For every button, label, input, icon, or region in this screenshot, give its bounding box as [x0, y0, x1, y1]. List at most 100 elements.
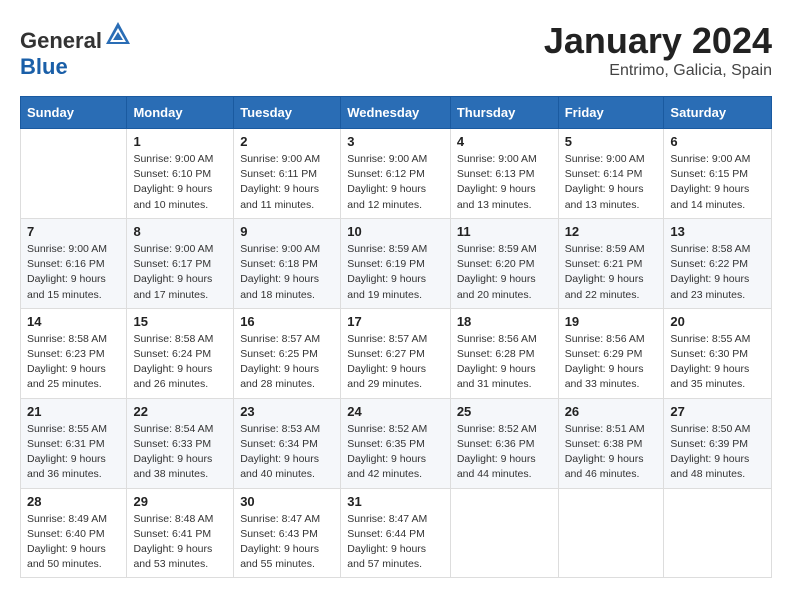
calendar-cell: [664, 488, 772, 578]
day-info: Sunrise: 8:54 AM Sunset: 6:33 PM Dayligh…: [133, 422, 227, 483]
calendar-cell: 25Sunrise: 8:52 AM Sunset: 6:36 PM Dayli…: [450, 398, 558, 488]
day-info: Sunrise: 8:48 AM Sunset: 6:41 PM Dayligh…: [133, 512, 227, 573]
day-info: Sunrise: 9:00 AM Sunset: 6:13 PM Dayligh…: [457, 152, 552, 213]
calendar-cell: 27 Sunrise: 8:50 AM Sunset: 6:39 PM Dayli…: [664, 398, 772, 488]
day-number: 12: [565, 224, 658, 239]
calendar-cell: 30 Sunrise: 8:47 AM Sunset: 6:43 PM Dayli…: [234, 488, 341, 578]
day-number: 5: [565, 134, 658, 149]
calendar-cell: 24 Sunrise: 8:52 AM Sunset: 6:35 PM Dayli…: [341, 398, 451, 488]
day-number: 17: [347, 314, 444, 329]
calendar-cell: 23 Sunrise: 8:53 AM Sunset: 6:34 PM Dayli…: [234, 398, 341, 488]
day-number: 28: [27, 494, 120, 509]
day-number: 9: [240, 224, 334, 239]
calendar-header-row: SundayMondayTuesdayWednesdayThursdayFrid…: [21, 97, 772, 129]
logo: General Blue: [20, 20, 132, 80]
day-info: Sunrise: 8:58 AM Sunset: 6:23 PM Dayligh…: [27, 332, 120, 393]
day-info: Sunrise: 9:00 AM Sunset: 6:11 PM Dayligh…: [240, 152, 334, 213]
day-info: Sunrise: 9:00 AM Sunset: 6:10 PM Dayligh…: [133, 152, 227, 213]
day-number: 8: [133, 224, 227, 239]
day-number: 4: [457, 134, 552, 149]
day-number: 6: [670, 134, 765, 149]
day-info: Sunrise: 9:00 AM Sunset: 6:14 PM Dayligh…: [565, 152, 658, 213]
calendar-header-friday: Friday: [558, 97, 664, 129]
day-info: Sunrise: 8:51 AM Sunset: 6:38 PM Dayligh…: [565, 422, 658, 483]
day-info: Sunrise: 8:53 AM Sunset: 6:34 PM Dayligh…: [240, 422, 334, 483]
day-number: 2: [240, 134, 334, 149]
calendar-week-row: 14 Sunrise: 8:58 AM Sunset: 6:23 PM Dayli…: [21, 308, 772, 398]
day-info: Sunrise: 8:57 AM Sunset: 6:27 PM Dayligh…: [347, 332, 444, 393]
day-number: 15: [133, 314, 227, 329]
calendar-header-sunday: Sunday: [21, 97, 127, 129]
calendar-header-thursday: Thursday: [450, 97, 558, 129]
day-number: 30: [240, 494, 334, 509]
calendar-cell: 10 Sunrise: 8:59 AM Sunset: 6:19 PM Dayli…: [341, 218, 451, 308]
calendar-cell: 11 Sunrise: 8:59 AM Sunset: 6:20 PM Dayli…: [450, 218, 558, 308]
calendar-cell: 5 Sunrise: 9:00 AM Sunset: 6:14 PM Daylig…: [558, 129, 664, 219]
calendar-week-row: 21 Sunrise: 8:55 AM Sunset: 6:31 PM Dayli…: [21, 398, 772, 488]
day-info: Sunrise: 8:59 AM Sunset: 6:21 PM Dayligh…: [565, 242, 658, 303]
day-number: 11: [457, 224, 552, 239]
day-number: 26: [565, 404, 658, 419]
calendar-cell: 1 Sunrise: 9:00 AM Sunset: 6:10 PM Daylig…: [127, 129, 234, 219]
calendar-cell: 17 Sunrise: 8:57 AM Sunset: 6:27 PM Dayli…: [341, 308, 451, 398]
day-info: Sunrise: 8:50 AM Sunset: 6:39 PM Dayligh…: [670, 422, 765, 483]
day-info: Sunrise: 9:00 AM Sunset: 6:16 PM Dayligh…: [27, 242, 120, 303]
title-area: January 2024 Entrimo, Galicia, Spain: [544, 20, 772, 80]
calendar-week-row: 7Sunrise: 9:00 AM Sunset: 6:16 PM Daylig…: [21, 218, 772, 308]
day-info: Sunrise: 8:59 AM Sunset: 6:19 PM Dayligh…: [347, 242, 444, 303]
day-number: 24: [347, 404, 444, 419]
day-info: Sunrise: 8:55 AM Sunset: 6:31 PM Dayligh…: [27, 422, 120, 483]
calendar-cell: [558, 488, 664, 578]
calendar-cell: 31 Sunrise: 8:47 AM Sunset: 6:44 PM Dayli…: [341, 488, 451, 578]
month-title: January 2024: [544, 20, 772, 62]
day-info: Sunrise: 9:00 AM Sunset: 6:12 PM Dayligh…: [347, 152, 444, 213]
day-info: Sunrise: 8:56 AM Sunset: 6:29 PM Dayligh…: [565, 332, 658, 393]
calendar-cell: 3Sunrise: 9:00 AM Sunset: 6:12 PM Daylig…: [341, 129, 451, 219]
day-number: 19: [565, 314, 658, 329]
calendar-header-saturday: Saturday: [664, 97, 772, 129]
calendar-cell: 13 Sunrise: 8:58 AM Sunset: 6:22 PM Dayli…: [664, 218, 772, 308]
day-number: 22: [133, 404, 227, 419]
calendar-cell: 19 Sunrise: 8:56 AM Sunset: 6:29 PM Dayli…: [558, 308, 664, 398]
day-info: Sunrise: 8:59 AM Sunset: 6:20 PM Dayligh…: [457, 242, 552, 303]
day-info: Sunrise: 8:58 AM Sunset: 6:22 PM Dayligh…: [670, 242, 765, 303]
day-info: Sunrise: 9:00 AM Sunset: 6:17 PM Dayligh…: [133, 242, 227, 303]
day-number: 20: [670, 314, 765, 329]
day-number: 1: [133, 134, 227, 149]
header: General Blue January 2024 Entrimo, Galic…: [20, 20, 772, 80]
calendar-cell: 6Sunrise: 9:00 AM Sunset: 6:15 PM Daylig…: [664, 129, 772, 219]
day-info: Sunrise: 8:55 AM Sunset: 6:30 PM Dayligh…: [670, 332, 765, 393]
calendar-cell: 29 Sunrise: 8:48 AM Sunset: 6:41 PM Dayli…: [127, 488, 234, 578]
day-info: Sunrise: 8:52 AM Sunset: 6:36 PM Dayligh…: [457, 422, 552, 483]
calendar-cell: 21 Sunrise: 8:55 AM Sunset: 6:31 PM Dayli…: [21, 398, 127, 488]
calendar-cell: 9 Sunrise: 9:00 AM Sunset: 6:18 PM Daylig…: [234, 218, 341, 308]
day-number: 18: [457, 314, 552, 329]
calendar-cell: 28Sunrise: 8:49 AM Sunset: 6:40 PM Dayli…: [21, 488, 127, 578]
calendar-header-monday: Monday: [127, 97, 234, 129]
day-number: 13: [670, 224, 765, 239]
day-number: 27: [670, 404, 765, 419]
day-info: Sunrise: 8:58 AM Sunset: 6:24 PM Dayligh…: [133, 332, 227, 393]
day-number: 21: [27, 404, 120, 419]
calendar-cell: 2 Sunrise: 9:00 AM Sunset: 6:11 PM Daylig…: [234, 129, 341, 219]
calendar-week-row: 1 Sunrise: 9:00 AM Sunset: 6:10 PM Daylig…: [21, 129, 772, 219]
calendar-cell: [21, 129, 127, 219]
day-number: 23: [240, 404, 334, 419]
calendar-cell: 8 Sunrise: 9:00 AM Sunset: 6:17 PM Daylig…: [127, 218, 234, 308]
day-number: 10: [347, 224, 444, 239]
day-info: Sunrise: 8:52 AM Sunset: 6:35 PM Dayligh…: [347, 422, 444, 483]
calendar-cell: 26 Sunrise: 8:51 AM Sunset: 6:38 PM Dayli…: [558, 398, 664, 488]
calendar-cell: 7Sunrise: 9:00 AM Sunset: 6:16 PM Daylig…: [21, 218, 127, 308]
calendar-cell: 20 Sunrise: 8:55 AM Sunset: 6:30 PM Dayli…: [664, 308, 772, 398]
logo-general-text: General: [20, 28, 102, 53]
day-info: Sunrise: 8:47 AM Sunset: 6:44 PM Dayligh…: [347, 512, 444, 573]
calendar-cell: 22 Sunrise: 8:54 AM Sunset: 6:33 PM Dayli…: [127, 398, 234, 488]
day-info: Sunrise: 8:56 AM Sunset: 6:28 PM Dayligh…: [457, 332, 552, 393]
day-number: 31: [347, 494, 444, 509]
day-info: Sunrise: 9:00 AM Sunset: 6:18 PM Dayligh…: [240, 242, 334, 303]
day-info: Sunrise: 8:47 AM Sunset: 6:43 PM Dayligh…: [240, 512, 334, 573]
calendar-cell: 14 Sunrise: 8:58 AM Sunset: 6:23 PM Dayli…: [21, 308, 127, 398]
location-title: Entrimo, Galicia, Spain: [544, 62, 772, 80]
day-number: 29: [133, 494, 227, 509]
day-number: 14: [27, 314, 120, 329]
